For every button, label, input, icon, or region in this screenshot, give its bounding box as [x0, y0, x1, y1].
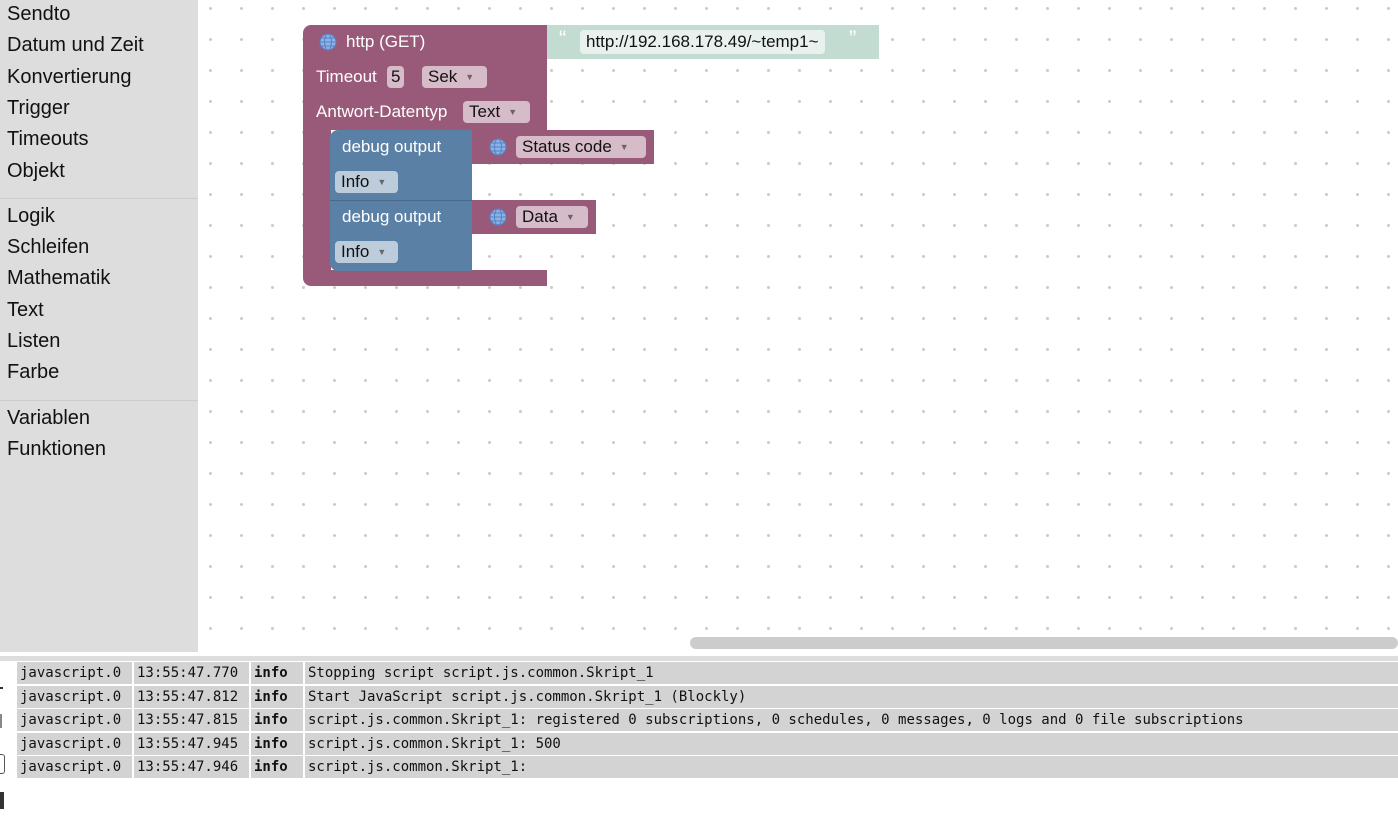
log-message: Stopping script script.js.common.Skript_…	[305, 662, 1398, 684]
toolbox-category[interactable]: Variablen	[7, 406, 90, 430]
debug-level-value: Info	[341, 242, 370, 261]
dropdown-arrow-icon: ▼	[377, 177, 387, 187]
debug-level-value: Info	[341, 172, 370, 191]
log-level: info	[251, 709, 303, 731]
response-type-label: Antwort-Datentyp	[316, 102, 448, 121]
toolbox-category[interactable]: Schleifen	[7, 235, 89, 259]
timeout-label: Timeout	[316, 67, 377, 86]
response-type-value: Text	[469, 102, 501, 121]
globe-icon	[319, 33, 337, 51]
http-block-spine	[303, 128, 331, 274]
log-message: Start JavaScript script.js.common.Skript…	[305, 685, 1398, 708]
response-type-dropdown[interactable]: Text ▼	[463, 101, 530, 123]
log-time: 13:55:47.946	[134, 756, 249, 778]
log-time: 13:55:47.815	[134, 709, 249, 731]
data-dropdown[interactable]: Data ▼	[516, 206, 588, 228]
data-value: Data	[522, 207, 558, 226]
http-block-title: http (GET)	[346, 32, 426, 51]
toolbox-category[interactable]: Trigger	[7, 96, 70, 120]
toolbox-category[interactable]: Objekt	[7, 159, 65, 183]
dropdown-arrow-icon: ▼	[565, 212, 575, 222]
log-panel: javascript.0 13:55:47.770 info Stopping scr…	[0, 652, 1398, 818]
toolbox-category[interactable]: Timeouts	[7, 127, 89, 151]
text-block[interactable]: “ http://192.168.178.49/~temp1~ ”	[547, 25, 879, 59]
dropdown-arrow-icon: ▼	[619, 142, 629, 152]
log-time: 13:55:47.770	[134, 662, 249, 684]
log-side-icon-1[interactable]	[0, 687, 3, 689]
toolbox-category[interactable]: Text	[7, 298, 44, 322]
timeout-unit-dropdown[interactable]: Sek ▼	[422, 66, 487, 88]
log-source: javascript.0	[17, 685, 132, 708]
status-code-value: Status code	[522, 137, 612, 156]
log-side-icon-2[interactable]	[0, 714, 2, 728]
url-field[interactable]: http://192.168.178.49/~temp1~	[580, 30, 825, 54]
debug-output-label: debug output	[342, 207, 442, 226]
timeout-unit-value: Sek	[428, 67, 458, 86]
toolbox-category[interactable]: Datum und Zeit	[7, 33, 144, 57]
log-message: script.js.common.Skript_1: 500	[305, 732, 1398, 755]
toolbox-separator	[0, 197, 198, 199]
close-quote-icon: ”	[849, 26, 857, 51]
dropdown-arrow-icon: ▼	[377, 247, 387, 257]
toolbox-separator	[0, 399, 198, 401]
debug-level-dropdown[interactable]: Info ▼	[335, 241, 398, 263]
blockly-workspace[interactable]: “ http://192.168.178.49/~temp1~ ” http (…	[198, 0, 1398, 652]
dropdown-arrow-icon: ▼	[465, 72, 475, 82]
log-time: 13:55:47.945	[134, 732, 249, 755]
blockly-toolbox: Sendto Datum und Zeit Konvertierung Trigger…	[0, 0, 198, 652]
http-block-bottom	[303, 270, 547, 286]
log-side-icon-4[interactable]	[0, 792, 4, 809]
log-time: 13:55:47.812	[134, 685, 249, 708]
toolbox-category[interactable]: Sendto	[7, 2, 70, 26]
status-code-dropdown[interactable]: Status code ▼	[516, 136, 646, 158]
log-source: javascript.0	[17, 756, 132, 778]
log-source: javascript.0	[17, 662, 132, 684]
debug-output-label: debug output	[342, 137, 442, 156]
log-level: info	[251, 756, 303, 778]
log-source: javascript.0	[17, 709, 132, 731]
log-side-icon-3[interactable]	[0, 754, 5, 774]
toolbox-category[interactable]: Funktionen	[7, 437, 106, 461]
toolbox-category[interactable]: Mathematik	[7, 266, 110, 290]
timeout-input[interactable]: 5	[387, 66, 405, 88]
toolbox-category[interactable]: Listen	[7, 329, 60, 353]
toolbox-category[interactable]: Farbe	[7, 360, 59, 384]
log-message: script.js.common.Skript_1: registered 0 …	[305, 709, 1398, 731]
log-divider[interactable]	[0, 656, 1398, 661]
toolbox-category[interactable]: Logik	[7, 204, 55, 228]
globe-icon	[489, 138, 507, 156]
toolbox-category[interactable]: Konvertierung	[7, 65, 132, 89]
horizontal-scrollbar[interactable]	[690, 637, 1398, 649]
log-level: info	[251, 732, 303, 755]
log-level: info	[251, 662, 303, 684]
log-source: javascript.0	[17, 732, 132, 755]
log-level: info	[251, 685, 303, 708]
debug-level-dropdown[interactable]: Info ▼	[335, 171, 398, 193]
log-message: script.js.common.Skript_1:	[305, 756, 1398, 778]
open-quote-icon: “	[559, 26, 567, 51]
dropdown-arrow-icon: ▼	[508, 107, 518, 117]
globe-icon	[489, 208, 507, 226]
